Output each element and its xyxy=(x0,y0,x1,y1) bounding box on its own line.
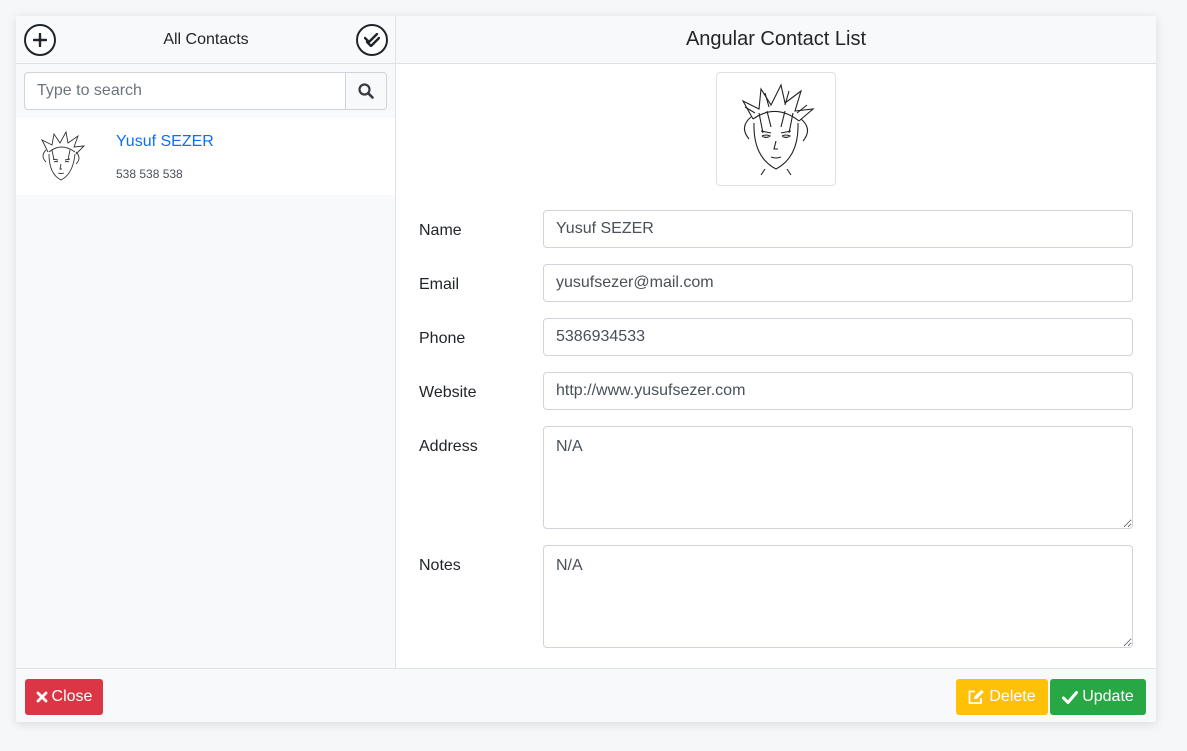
edit-icon xyxy=(968,689,985,704)
sidebar-header: All Contacts xyxy=(16,16,395,64)
phone-field[interactable] xyxy=(543,318,1133,356)
contact-app: All Contacts Type to search Yusuf SEZER … xyxy=(16,16,1156,722)
x-icon xyxy=(36,691,47,703)
double-check-icon xyxy=(364,32,380,47)
update-label: Update xyxy=(1082,688,1134,705)
contact-photo[interactable] xyxy=(716,72,836,186)
contact-list: Yusuf SEZER 538 538 538 xyxy=(16,118,395,195)
search-icon xyxy=(358,83,374,99)
contact-phone: 538 538 538 xyxy=(116,166,183,181)
select-all-button[interactable] xyxy=(356,23,388,56)
search-input[interactable] xyxy=(24,72,346,110)
check-icon xyxy=(1062,690,1079,704)
delete-label: Delete xyxy=(989,688,1036,705)
avatar-image xyxy=(741,83,815,175)
sidebar: All Contacts Type to search Yusuf SEZER … xyxy=(16,16,396,668)
notes-label: Notes xyxy=(419,557,461,574)
search-bar xyxy=(16,64,395,118)
address-label: Address xyxy=(419,438,478,455)
website-field[interactable] xyxy=(543,372,1133,410)
name-field[interactable] xyxy=(543,210,1133,248)
email-label: Email xyxy=(419,276,460,293)
email-field[interactable] xyxy=(543,264,1133,302)
contact-name: Yusuf SEZER xyxy=(116,132,214,150)
plus-circle-icon xyxy=(33,32,47,47)
search-button[interactable] xyxy=(345,72,387,110)
contact-list-item[interactable]: Yusuf SEZER 538 538 538 xyxy=(16,118,395,195)
notes-field[interactable]: N/A xyxy=(543,545,1133,648)
phone-label: Phone xyxy=(419,330,466,347)
name-label: Name xyxy=(419,222,462,239)
address-field[interactable]: N/A xyxy=(543,426,1133,529)
close-button[interactable]: Close xyxy=(25,679,103,715)
add-contact-button[interactable] xyxy=(24,23,56,56)
page-title: Angular Contact List xyxy=(396,16,1156,64)
delete-button[interactable]: Delete xyxy=(956,679,1048,715)
contact-detail-panel: Angular Contact List Name Yusuf SEZER Em… xyxy=(396,16,1156,668)
contact-avatar xyxy=(40,130,86,181)
update-button[interactable]: Update xyxy=(1050,679,1146,715)
website-label: Website xyxy=(419,384,477,401)
footer: Close Delete Update xyxy=(16,668,1156,722)
sidebar-title: All Contacts xyxy=(163,30,249,48)
close-label: Close xyxy=(51,688,93,705)
